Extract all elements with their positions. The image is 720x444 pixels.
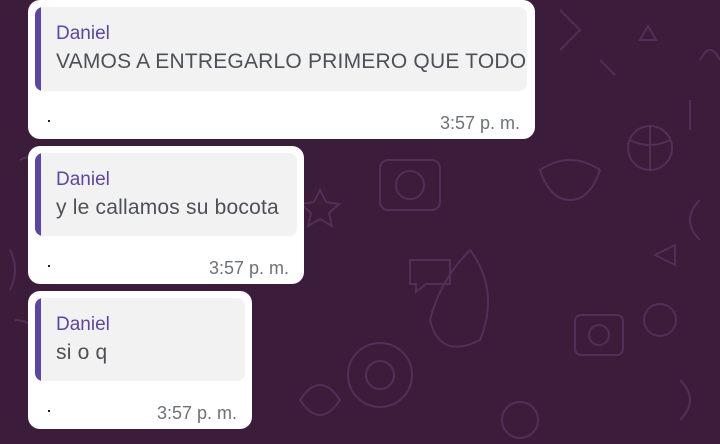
submarine-doodle-icon: [347, 342, 413, 408]
quoted-message[interactable]: Daniel VAMOS A ENTREGARLO PRIMERO QUE TO…: [35, 7, 527, 91]
quoted-message[interactable]: Daniel y le callamos su bocota: [35, 153, 297, 236]
message-time: 3:57 p. m.: [439, 113, 520, 133]
quote-accent-bar: [35, 7, 41, 91]
camera-doodle-icon: [379, 159, 441, 211]
empty-message-text: [48, 120, 50, 122]
quote-accent-bar: [35, 153, 41, 236]
quote-text: si o q: [56, 341, 108, 364]
quoted-message[interactable]: Daniel si o q: [35, 298, 245, 381]
empty-message-text: [48, 265, 50, 267]
play-doodle-icon: [652, 243, 676, 267]
message-bubble[interactable]: Daniel VAMOS A ENTREGARLO PRIMERO QUE TO…: [28, 0, 535, 139]
message-bubble[interactable]: Daniel y le callamos su bocota 3:57 p. m…: [28, 146, 304, 284]
quote-author: Daniel: [56, 169, 110, 190]
camera-small-doodle-icon: [574, 314, 624, 356]
quote-text: VAMOS A ENTREGARLO PRIMERO QUE TODOS: [56, 50, 527, 73]
quote-text: y le callamos su bocota: [56, 196, 279, 219]
flower-doodle-icon: [298, 384, 342, 416]
quote-accent-bar: [35, 298, 41, 381]
quote-author: Daniel: [56, 23, 110, 44]
message-time: 3:57 p. m.: [156, 403, 237, 423]
star-doodle-icon: [638, 23, 658, 41]
message-bubble[interactable]: Daniel si o q 3:57 p. m.: [28, 291, 252, 429]
sunglasses-doodle-icon: [538, 159, 602, 202]
chat-doodle-icon: [409, 259, 451, 295]
snake-doodle-icon: [428, 248, 489, 348]
quote-author: Daniel: [56, 314, 110, 335]
empty-message-text: [48, 410, 50, 412]
message-time: 3:57 p. m.: [208, 258, 289, 278]
